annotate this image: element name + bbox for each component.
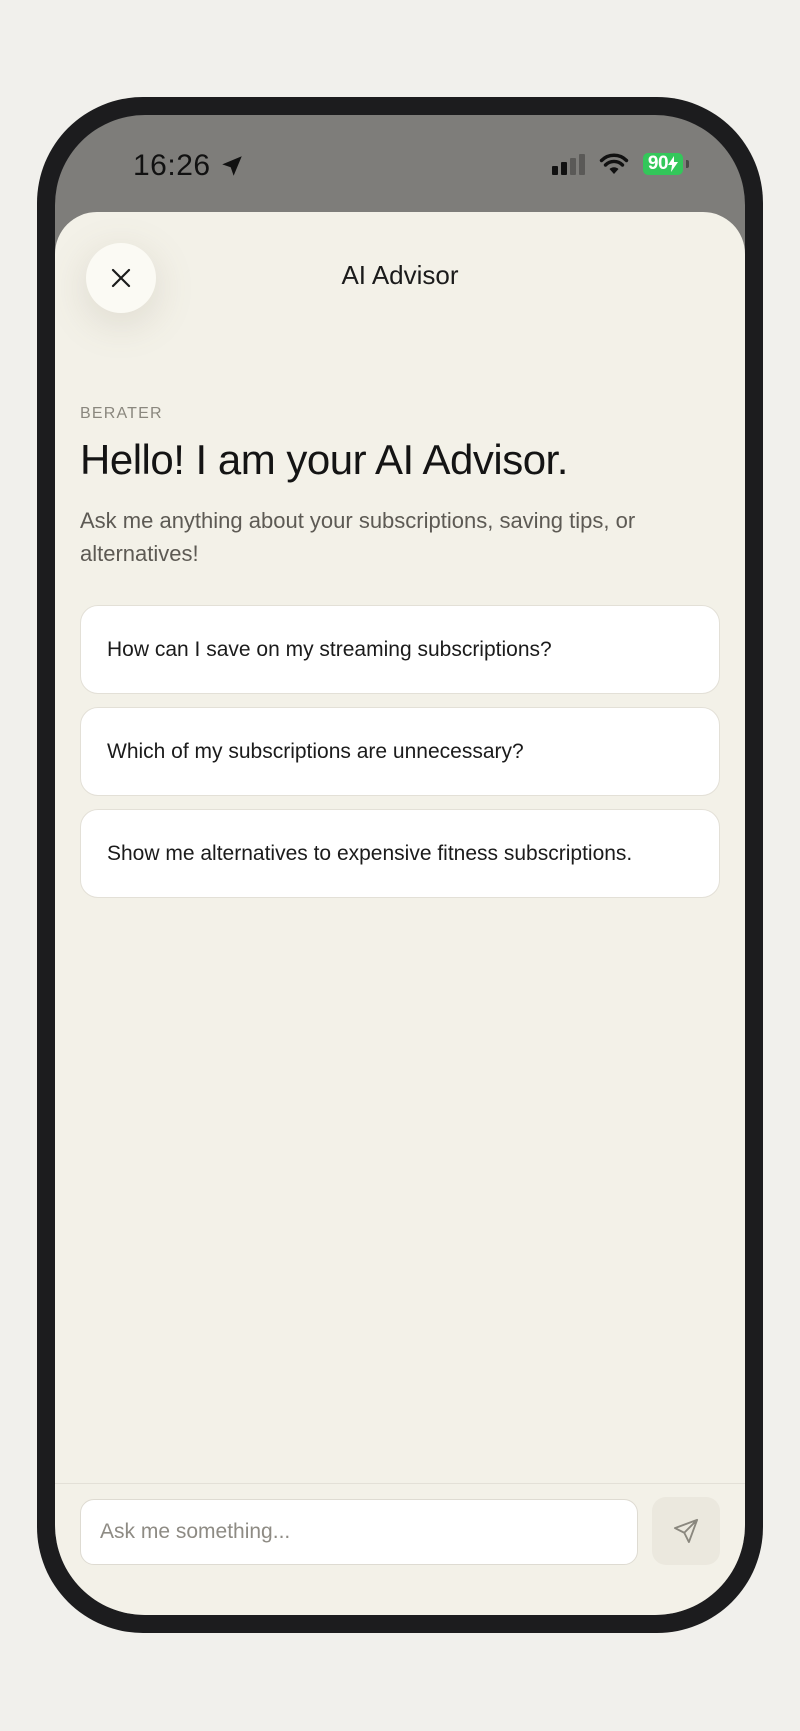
status-time: 16:26 bbox=[133, 149, 211, 182]
suggestion-chip-fitness[interactable]: Show me alternatives to expensive fitnes… bbox=[80, 809, 720, 898]
charging-bolt-icon bbox=[668, 156, 679, 172]
chat-input[interactable] bbox=[80, 1499, 638, 1565]
welcome-subtitle: Ask me anything about your subscriptions… bbox=[80, 508, 636, 566]
suggestion-chip-streaming[interactable]: How can I save on my streaming subscript… bbox=[80, 605, 720, 694]
suggestion-chip-unnecessary[interactable]: Which of my subscriptions are unnecessar… bbox=[80, 707, 720, 796]
status-icons: 90 bbox=[552, 153, 689, 175]
phone-frame: 16:26 90 AI Advisor BERATER Hello! I am … bbox=[37, 97, 763, 1633]
send-button[interactable] bbox=[652, 1497, 720, 1565]
battery-indicator: 90 bbox=[643, 153, 689, 175]
status-bar: 16:26 90 bbox=[55, 115, 745, 211]
chat-composer bbox=[55, 1483, 745, 1615]
section-eyebrow: BERATER bbox=[80, 405, 163, 422]
cellular-signal-icon bbox=[552, 153, 585, 175]
status-time-group: 16:26 bbox=[133, 149, 245, 183]
location-arrow-icon bbox=[221, 156, 242, 176]
wifi-icon bbox=[599, 153, 629, 174]
page-title: AI Advisor bbox=[341, 260, 459, 290]
phone-screen: 16:26 90 AI Advisor BERATER Hello! I am … bbox=[55, 115, 745, 1615]
battery-level: 90 bbox=[647, 153, 669, 174]
send-icon bbox=[673, 1518, 699, 1544]
advisor-sheet: AI Advisor BERATER Hello! I am your AI A… bbox=[55, 212, 745, 1615]
welcome-headline: Hello! I am your AI Advisor. bbox=[80, 436, 568, 483]
suggestion-list: How can I save on my streaming subscript… bbox=[80, 605, 720, 911]
